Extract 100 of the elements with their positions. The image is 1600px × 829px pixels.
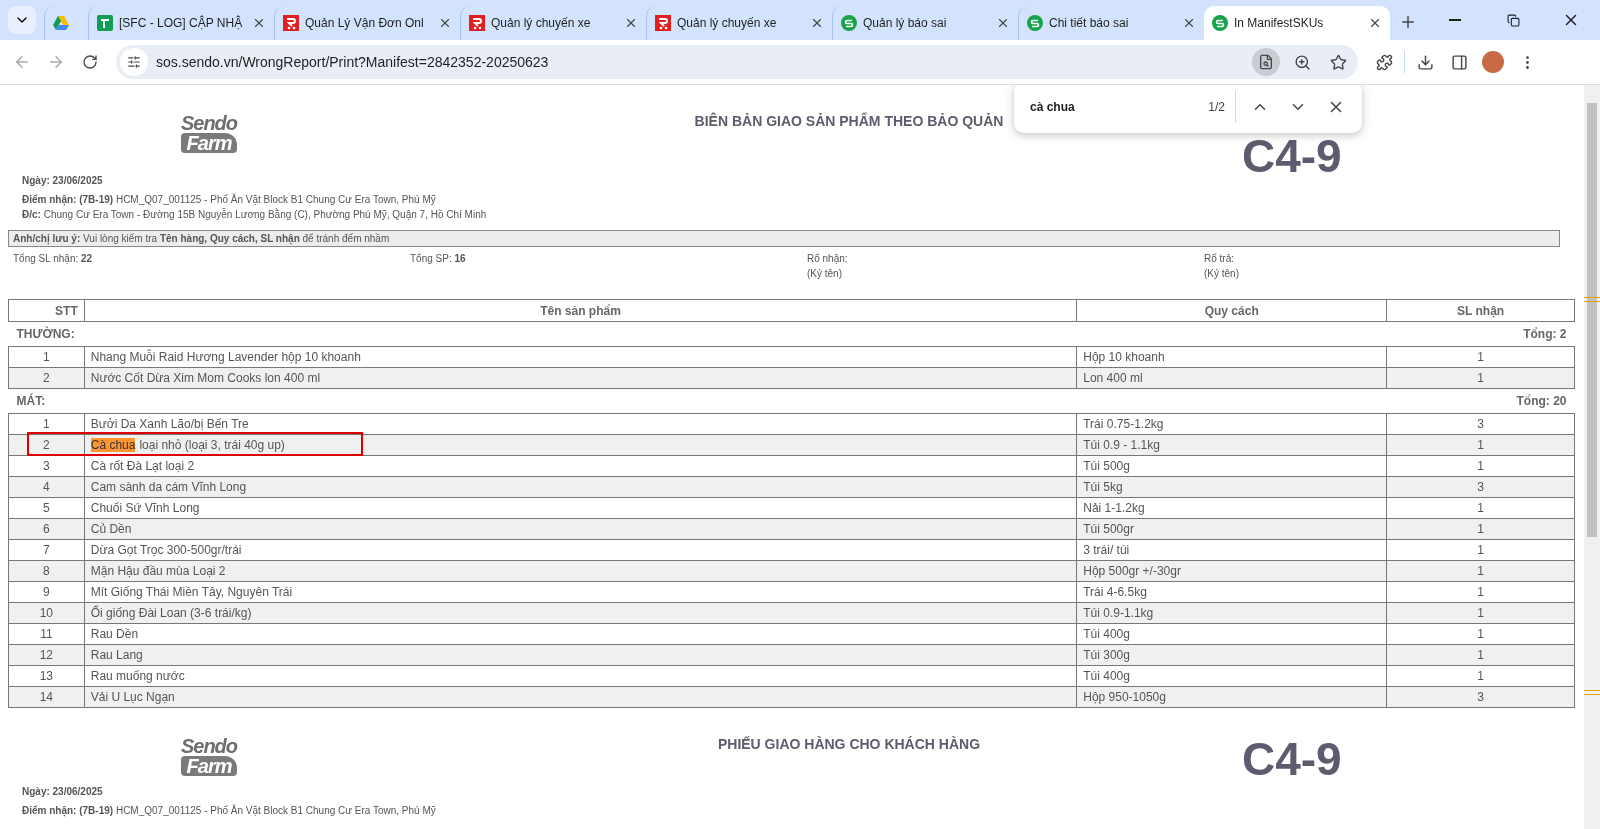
info-text: Ngày: 23/06/2025 bbox=[22, 175, 103, 186]
circle-logo-icon bbox=[1212, 15, 1228, 31]
table-cell: Trái 0.75-1.2kg bbox=[1083, 417, 1164, 431]
tab-title: [SFC - LOG] CẬP NHẬ bbox=[119, 16, 244, 30]
circle-logo-icon bbox=[841, 15, 857, 31]
section-total: Tổng: 2 bbox=[1523, 327, 1567, 341]
table-cell: Hộp 950-1050g bbox=[1083, 690, 1166, 704]
table-cell: Nải 1-1.2kg bbox=[1083, 501, 1145, 515]
table-cell: Túi 300g bbox=[1083, 648, 1130, 662]
table-cell: 3 bbox=[1477, 417, 1484, 431]
table-cell: 9 bbox=[43, 585, 50, 599]
table-cell: 1 bbox=[1477, 627, 1484, 641]
plus-icon bbox=[1399, 13, 1417, 31]
match-count: 1/2 bbox=[1208, 91, 1236, 123]
table-cell: 11 bbox=[40, 627, 53, 641]
table-cell: 2 bbox=[43, 371, 50, 385]
table-cell: 2 bbox=[43, 438, 50, 452]
table-cell: 1 bbox=[1477, 522, 1484, 536]
table-cell: loại nhỏ (loại 3, trái 40g up) bbox=[139, 438, 285, 452]
table-cell: Ổi giống Đài Loan (3-6 trái/kg) bbox=[90, 606, 252, 620]
table-cell: Củ Dền bbox=[90, 522, 132, 536]
tab-search-button[interactable] bbox=[8, 6, 36, 34]
table-cell: Bưởi Da Xanh Lão/bị Bến Tre bbox=[90, 417, 249, 431]
cart-logo-icon bbox=[655, 15, 671, 31]
table-cell: Dừa Gọt Trọc 300-500gr/trái bbox=[90, 543, 242, 557]
reload-icon bbox=[82, 54, 98, 70]
signature-hint: (Ký tên) bbox=[807, 268, 842, 279]
notice-text: Anh/chị lưu ý: Vui lòng kiểm tra Tên hàng, Quy cách, SL nhận để tránh đếm nhầm bbox=[13, 233, 390, 244]
table-cell: 3 trái/ túi bbox=[1083, 543, 1130, 557]
table-cell: 1 bbox=[1477, 564, 1484, 578]
table-cell: Trái 4-6.5kg bbox=[1083, 585, 1147, 599]
table-cell: 4 bbox=[43, 480, 50, 494]
table-cell: Vải U Lục Ngạn bbox=[90, 690, 175, 704]
table-cell: 1 bbox=[43, 350, 50, 364]
table-cell: 3 bbox=[43, 459, 50, 473]
browser-tab[interactable]: In ManifestSKUs bbox=[1204, 6, 1390, 40]
column-header: SL nhận bbox=[1386, 299, 1575, 322]
column-header: Tên sản phẩm bbox=[84, 299, 1077, 322]
column-header: Quy cách bbox=[1076, 299, 1387, 322]
table-cell: 13 bbox=[39, 669, 54, 683]
table-cell: Cam sành da cám Vĩnh Long bbox=[90, 480, 247, 494]
table-cell: 1 bbox=[1477, 585, 1484, 599]
tab-title: In ManifestSKUs bbox=[1234, 16, 1325, 30]
table-cell: Mít Giống Thái Miền Tây, Nguyên Trái bbox=[90, 585, 293, 599]
table-cell: Túi 5kg bbox=[1083, 480, 1123, 494]
site-settings-icon[interactable] bbox=[120, 48, 148, 76]
logo-text: Sendo bbox=[180, 113, 238, 133]
table-cell: Nhang Muỗi Raid Hương Lavender hộp 10 khoanh bbox=[90, 350, 361, 364]
table-cell: 6 bbox=[43, 522, 50, 536]
summary-text: Tổng SL nhận: 22 bbox=[13, 253, 93, 264]
logo-text: Farm bbox=[180, 756, 238, 776]
tab-title: Quản lý chuyến xe bbox=[677, 16, 778, 30]
tab-title: Chi tiết báo sai bbox=[1049, 16, 1130, 30]
table-cell: Cà rốt Đà Lạt loại 2 bbox=[90, 459, 195, 473]
table-cell: Túi 400g bbox=[1083, 669, 1130, 683]
table-cell: Chuối Sứ Vĩnh Long bbox=[90, 501, 200, 515]
table-cell: 1 bbox=[1477, 669, 1484, 683]
spreadsheet-icon bbox=[97, 15, 113, 31]
table-cell: Lon 400 ml bbox=[1083, 371, 1143, 385]
section-total: Tổng: 20 bbox=[1516, 394, 1567, 408]
url-text: sos.sendo.vn/WrongReport/Print?Manifest=2842352-20250623 bbox=[156, 54, 550, 70]
logo-text: Farm bbox=[180, 133, 238, 153]
table-cell: 1 bbox=[1477, 350, 1484, 364]
scrollbar[interactable] bbox=[1584, 85, 1600, 829]
table-cell: Mận Hậu đầu mùa Loại 2 bbox=[90, 564, 226, 578]
signature-hint: (Ký tên) bbox=[1204, 268, 1239, 279]
table-cell: 5 bbox=[43, 501, 50, 515]
summary-text: Rổ nhận: bbox=[807, 253, 848, 264]
table-cell: 7 bbox=[43, 543, 50, 557]
table-cell: Rau Dền bbox=[90, 627, 139, 641]
table-cell: 1 bbox=[1477, 501, 1484, 515]
table-cell: Hộp 500gr +/-30gr bbox=[1083, 564, 1181, 578]
logo-text: Sendo bbox=[180, 736, 238, 756]
table-cell: 1 bbox=[1477, 438, 1484, 452]
table-cell: Hộp 10 khoanh bbox=[1083, 350, 1165, 364]
info-text: Điểm nhận: (7B-19) HCM_Q07_001125 - Phố Ăn Vặt Block B1 Chung Cư Era Town, Phú Mỹ bbox=[22, 194, 436, 205]
table-cell: Nước Cốt Dừa Xim Mom Cooks lon 400 ml bbox=[90, 371, 321, 385]
circle-logo-icon bbox=[1027, 15, 1043, 31]
table-cell: Rau Lang bbox=[90, 648, 143, 662]
find-page-icon[interactable] bbox=[1252, 48, 1280, 76]
minimize-icon bbox=[1449, 19, 1461, 21]
address-bar[interactable]: sos.sendo.vn/WrongReport/Print?Manifest=2842352-20250623 bbox=[116, 45, 1358, 79]
table-cell: 1 bbox=[1477, 648, 1484, 662]
table-cell: 8 bbox=[43, 564, 50, 578]
table-cell: Túi 0.9 - 1.1kg bbox=[1083, 438, 1160, 452]
info-text: Đ/c: Chung Cư Era Town - Đường 15B Nguyễn Lương Bằng (C), Phường Phú Mỹ, Quận 7, Hồ Chí Minh bbox=[22, 209, 487, 220]
table-cell: Rau muống nước bbox=[90, 669, 185, 683]
summary-text: Rổ trả: bbox=[1204, 253, 1234, 264]
summary-text: Tổng SP: 16 bbox=[410, 253, 466, 264]
table-cell: 14 bbox=[39, 690, 54, 704]
column-header: STT bbox=[8, 299, 85, 322]
find-field[interactable]: cà chua bbox=[1030, 100, 1199, 114]
document-title: PHIẾU GIAO HÀNG CHO KHÁCH HÀNG bbox=[716, 736, 982, 752]
table-cell: 1 bbox=[43, 417, 50, 431]
info-text: Ngày: 23/06/2025 bbox=[22, 786, 103, 797]
section-label: MÁT: bbox=[16, 394, 46, 408]
info-text: Điểm nhận: (7B-19) HCM_Q07_001125 - Phố Ăn Vặt Block B1 Chung Cư Era Town, Phú Mỹ bbox=[22, 805, 436, 816]
table-cell: 10 bbox=[39, 606, 54, 620]
tab-title: Quản lý chuyến xe bbox=[491, 16, 592, 30]
cart-logo-icon bbox=[469, 15, 485, 31]
